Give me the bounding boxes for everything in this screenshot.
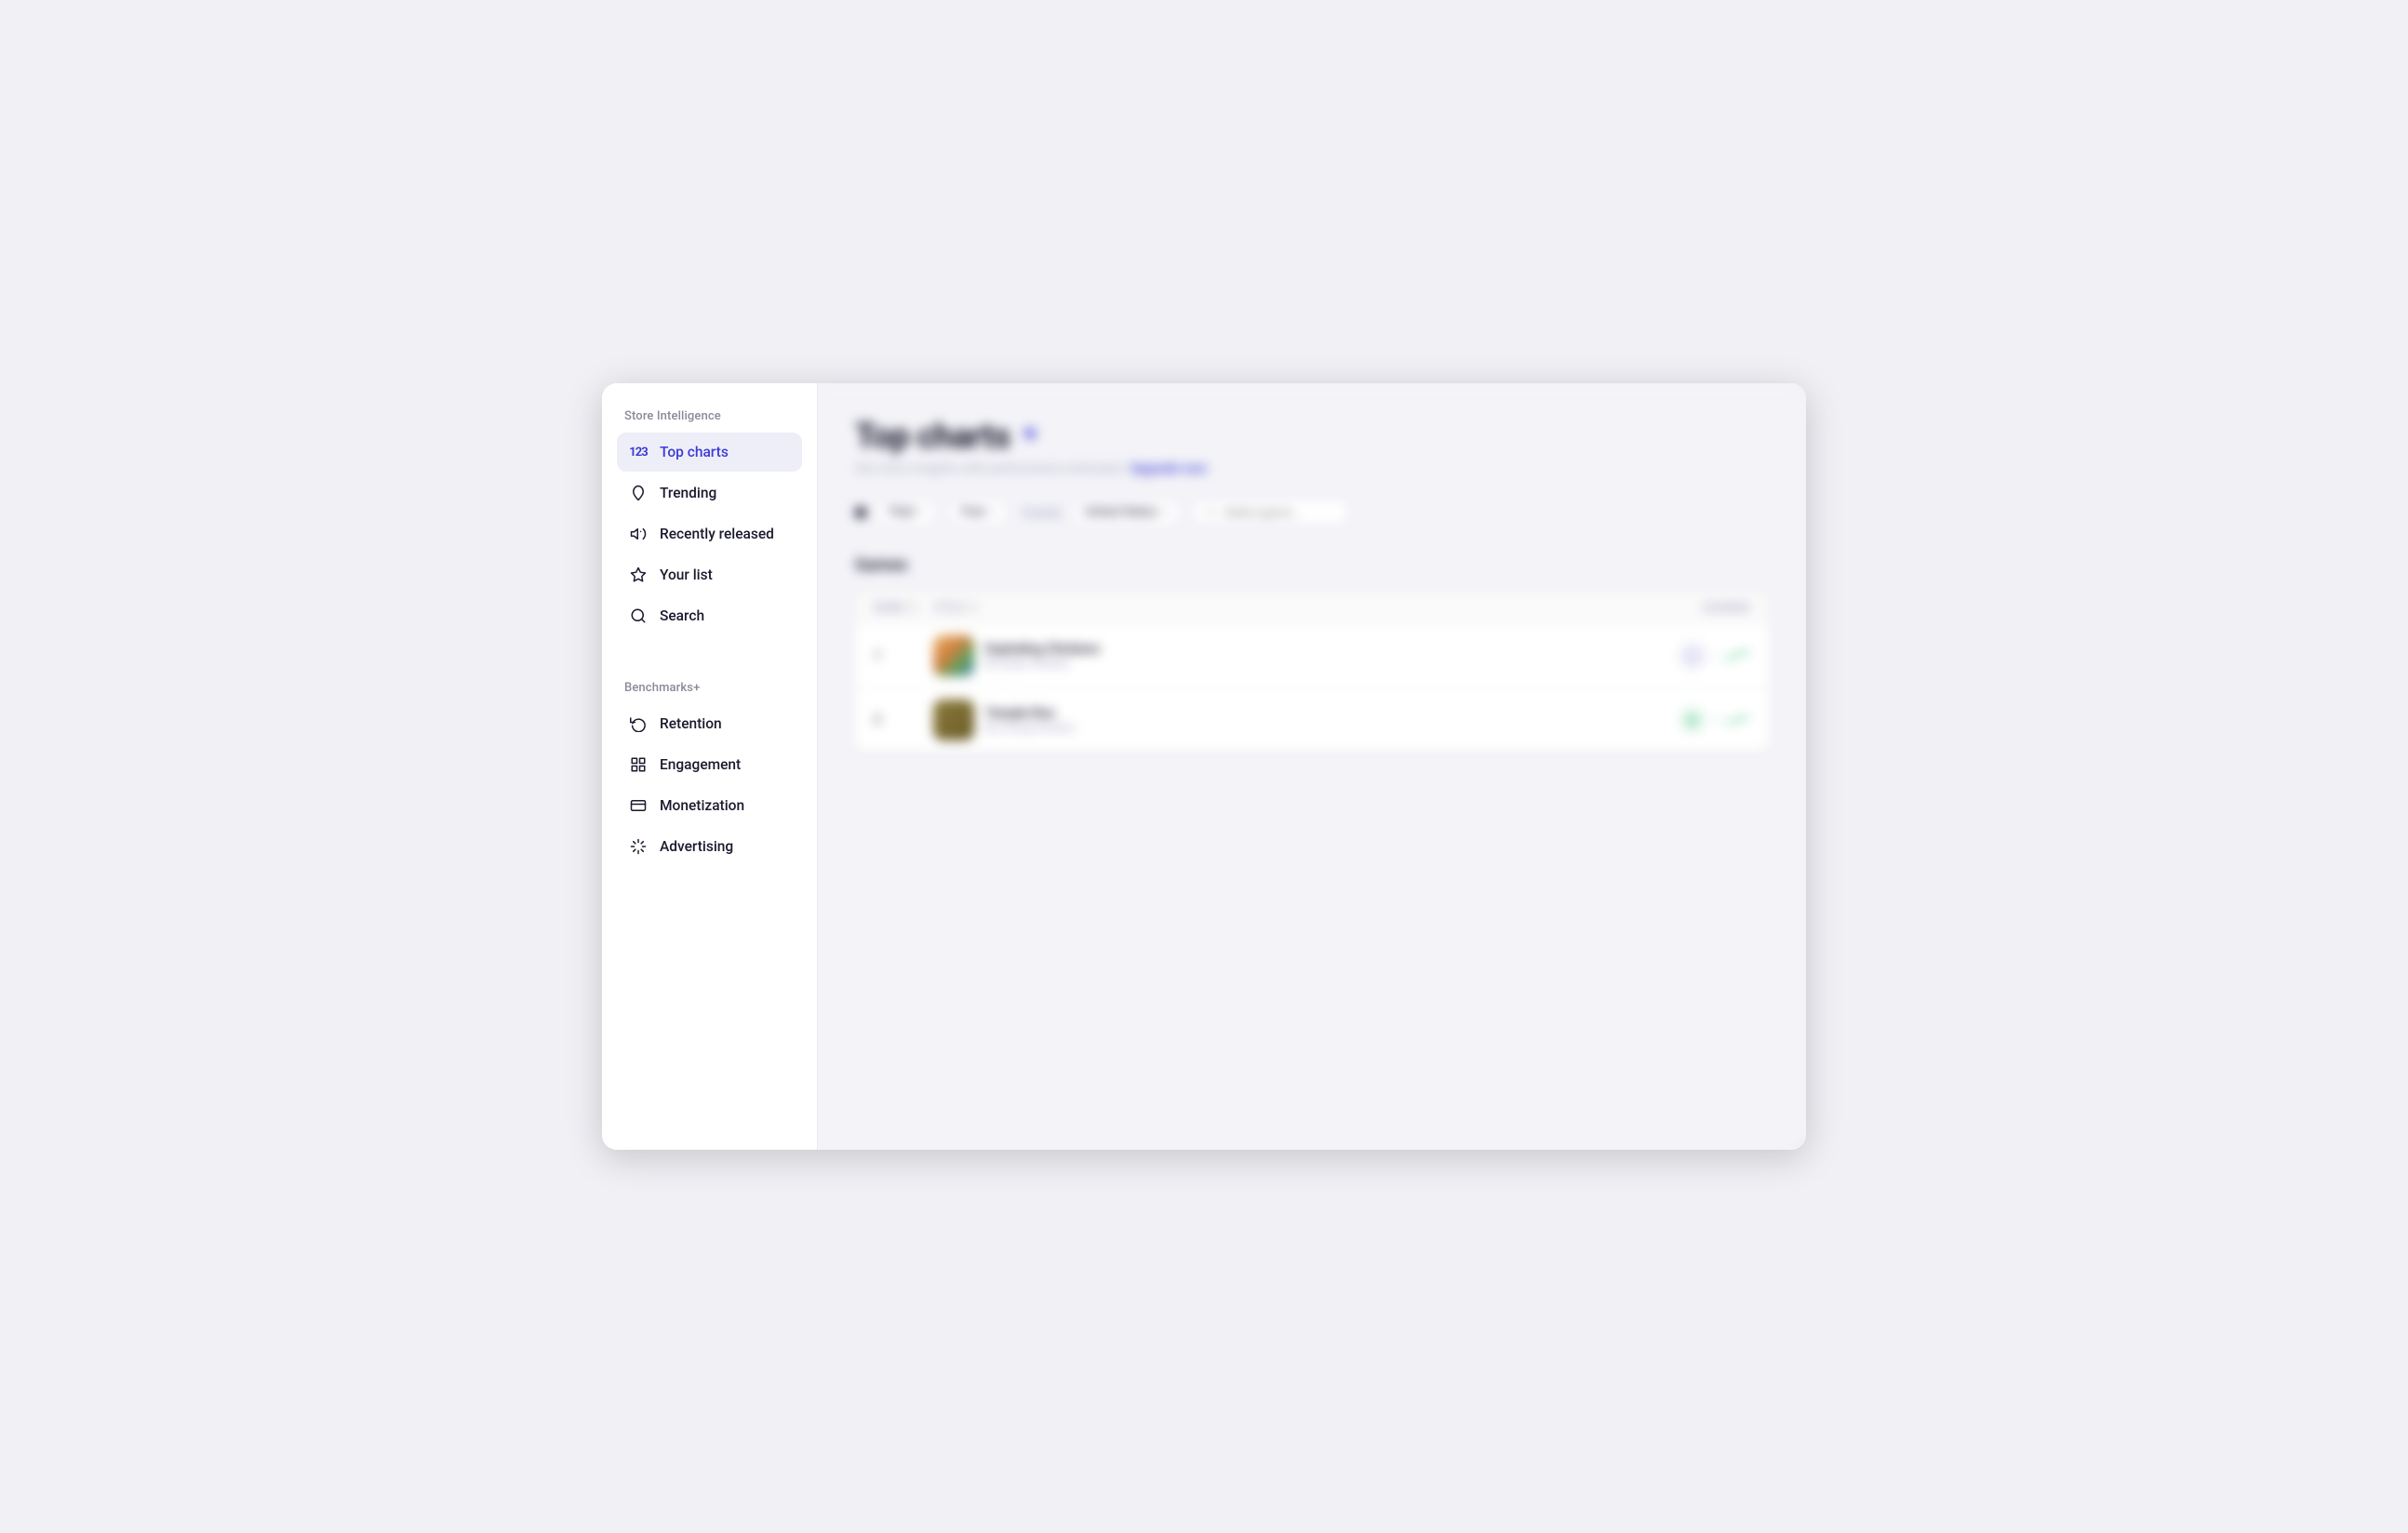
change-arrow-icon-1: → bbox=[1686, 648, 1699, 664]
search-icon bbox=[628, 606, 649, 626]
engagement-icon bbox=[628, 754, 649, 775]
advertising-icon bbox=[628, 836, 649, 857]
retention-icon bbox=[628, 713, 649, 734]
filter-country[interactable]: United States ▾ bbox=[1071, 499, 1182, 526]
sidebar-section-label-store: Store Intelligence bbox=[617, 409, 802, 423]
sidebar-nav-store: 123 Top charts Trending bbox=[617, 433, 802, 635]
change-arrow-icon-2: ● bbox=[1688, 711, 1697, 729]
sidebar-item-retention[interactable]: Retention bbox=[617, 704, 802, 743]
sidebar-item-label-trending: Trending bbox=[660, 485, 716, 501]
sidebar-item-label-recently-released: Recently released bbox=[660, 526, 774, 542]
col-title: Title ⇅ bbox=[933, 601, 1629, 614]
row-rank-2: 2 bbox=[874, 713, 933, 727]
sidebar-item-label-engagement: Engagement bbox=[660, 756, 741, 773]
filters-row: Paid ▾ Free ▾ Country United States ▾ bbox=[855, 499, 1769, 526]
table-header: Rank ⇅ Title ⇅ Change bbox=[855, 592, 1769, 624]
filter-free[interactable]: Free ▾ bbox=[947, 499, 1009, 526]
row-rank-1: 1 bbox=[874, 648, 933, 663]
app-info-1: Exploding Chickens By Super Studios bbox=[985, 642, 1100, 670]
sidebar-item-your-list[interactable]: Your list bbox=[617, 555, 802, 594]
sidebar-item-label-advertising: Advertising bbox=[660, 838, 733, 855]
upgrade-link[interactable]: Upgrade now bbox=[1130, 461, 1207, 476]
sparkline-1 bbox=[1726, 649, 1750, 662]
sort-icon-rank: ⇅ bbox=[909, 601, 919, 614]
page-subtitle: Get more insights with performance estim… bbox=[855, 461, 1769, 476]
chevron-down-icon-3: ▾ bbox=[1163, 507, 1168, 517]
app-icon-1 bbox=[933, 635, 974, 676]
sidebar-nav-benchmarks: Retention Engagement bbox=[617, 704, 802, 866]
sidebar-divider bbox=[617, 665, 802, 666]
sidebar-item-engagement[interactable]: Engagement bbox=[617, 745, 802, 784]
change-value-2: ↑ bbox=[1713, 713, 1719, 727]
app-container: Store Intelligence 123 Top charts Trendi… bbox=[602, 383, 1806, 1150]
change-badge-2: ● bbox=[1679, 707, 1706, 733]
row-app-2: Temple Run By Imangi Studios bbox=[933, 700, 1629, 740]
recently-released-icon bbox=[628, 524, 649, 544]
country-label: Country bbox=[1022, 506, 1061, 519]
sidebar-item-label-your-list: Your list bbox=[660, 567, 713, 583]
genre-search-input[interactable] bbox=[1224, 505, 1336, 519]
sidebar-item-label-top-charts: Top charts bbox=[660, 444, 729, 460]
sidebar-item-monetization[interactable]: Monetization bbox=[617, 786, 802, 825]
sidebar-item-search[interactable]: Search bbox=[617, 596, 802, 635]
sidebar-item-label-search: Search bbox=[660, 607, 704, 624]
chevron-down-icon-2: ▾ bbox=[990, 507, 995, 517]
page-title-row: Top charts bbox=[855, 417, 1769, 456]
row-change-1: → ↑ bbox=[1629, 643, 1750, 669]
app-developer-1: By Super Studios bbox=[985, 657, 1100, 670]
sort-icon-title: ⇅ bbox=[969, 601, 979, 614]
page-title: Top charts bbox=[855, 417, 1010, 456]
table-row[interactable]: 2 Temple Run By Imangi Studios ● ↑ bbox=[855, 688, 1769, 752]
app-name-1: Exploding Chickens bbox=[985, 642, 1100, 657]
chevron-down-icon: ▾ bbox=[919, 507, 924, 517]
table-row[interactable]: 1 Exploding Chickens By Super Studios → … bbox=[855, 624, 1769, 688]
col-change: Change bbox=[1629, 601, 1750, 614]
your-list-icon bbox=[628, 565, 649, 585]
change-value-1: ↑ bbox=[1713, 648, 1719, 663]
page-header: Top charts Get more insights with perfor… bbox=[855, 417, 1769, 476]
filter-genre-search[interactable] bbox=[1191, 499, 1350, 526]
row-change-2: ● ↑ bbox=[1629, 707, 1750, 733]
sidebar-item-top-charts[interactable]: 123 Top charts bbox=[617, 433, 802, 472]
app-icon-2 bbox=[933, 700, 974, 740]
filter-paid[interactable]: Paid ▾ bbox=[876, 499, 938, 526]
filter-free-label: Free bbox=[961, 505, 984, 519]
app-info-2: Temple Run By Imangi Studios bbox=[985, 706, 1075, 734]
change-badge-1: → bbox=[1679, 643, 1706, 669]
sidebar-item-label-retention: Retention bbox=[660, 715, 722, 732]
charts-table: Rank ⇅ Title ⇅ Change 1 Exploding Chicke… bbox=[855, 592, 1769, 752]
top-charts-icon: 123 bbox=[628, 442, 649, 462]
sparkline-2 bbox=[1726, 713, 1750, 727]
sidebar-section-label-benchmarks: Benchmarks+ bbox=[617, 681, 802, 695]
col-rank: Rank ⇅ bbox=[874, 601, 933, 614]
filter-paid-label: Paid bbox=[890, 505, 914, 519]
title-icon bbox=[1020, 423, 1040, 449]
sidebar-item-recently-released[interactable]: Recently released bbox=[617, 514, 802, 553]
sidebar-item-label-monetization: Monetization bbox=[660, 797, 744, 814]
app-name-2: Temple Run bbox=[985, 706, 1075, 721]
row-app-1: Exploding Chickens By Super Studios bbox=[933, 635, 1629, 676]
sidebar-item-advertising[interactable]: Advertising bbox=[617, 827, 802, 866]
app-developer-2: By Imangi Studios bbox=[985, 721, 1075, 734]
sidebar: Store Intelligence 123 Top charts Trendi… bbox=[602, 383, 818, 1150]
trending-icon bbox=[628, 483, 649, 503]
sidebar-item-trending[interactable]: Trending bbox=[617, 473, 802, 513]
filter-country-value: United States bbox=[1085, 505, 1157, 519]
filter-dot bbox=[855, 507, 866, 518]
main-content: Top charts Get more insights with perfor… bbox=[818, 383, 1806, 1150]
monetization-icon bbox=[628, 795, 649, 816]
games-section-label: Games bbox=[855, 555, 1769, 575]
search-small-icon bbox=[1205, 506, 1217, 518]
